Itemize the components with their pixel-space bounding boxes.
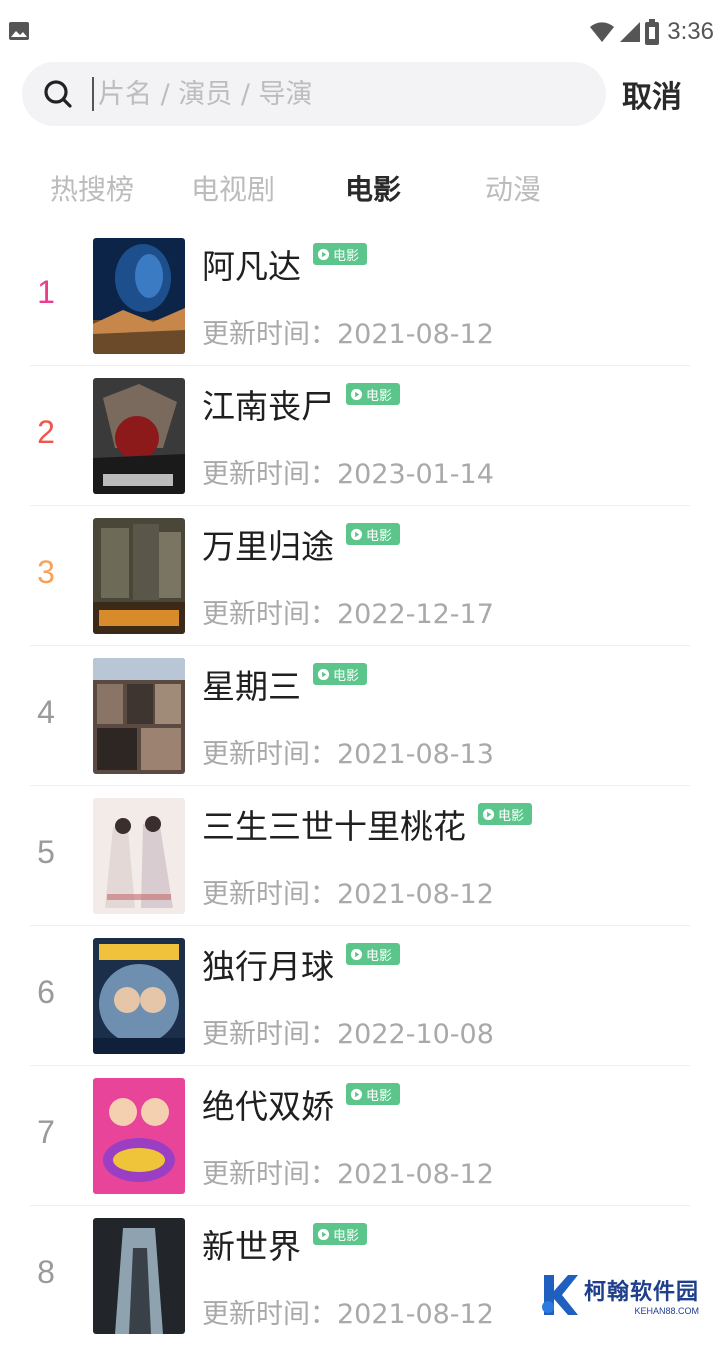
item-title[interactable]: 绝代双娇	[202, 1080, 334, 1128]
list-item[interactable]: 2 江南丧尸 电影 更新时间：2023-01-14	[0, 366, 720, 506]
tab-hot-search[interactable]: 热搜榜	[37, 168, 147, 208]
list-item[interactable]: 6 独行月球 电影 更新时间：2022-10-08	[0, 926, 720, 1066]
item-title-wrap: 新世界 电影	[202, 1220, 368, 1268]
badge-label: 电影	[333, 668, 360, 684]
item-title[interactable]: 三生三世十里桃花	[202, 800, 466, 848]
poster-image[interactable]	[93, 238, 185, 354]
category-tabs: 热搜榜 电视剧 电影 动漫	[0, 160, 720, 220]
badge-label: 电影	[333, 248, 360, 264]
status-icons: 3:36	[589, 18, 714, 46]
list-item[interactable]: 1 阿凡达 电影 更新时间：2021-08-12	[0, 226, 720, 366]
rank-number: 1	[37, 274, 55, 310]
movie-badge: 电影	[346, 383, 401, 405]
play-circle-icon	[317, 248, 330, 260]
item-title-wrap: 阿凡达 电影	[202, 240, 368, 288]
rank-number: 2	[37, 414, 55, 450]
poster-image[interactable]	[93, 518, 185, 634]
rank-number: 7	[37, 1114, 55, 1150]
watermark: 柯翰软件园 KEHAN88.COM	[540, 1268, 720, 1321]
watermark-text: 柯翰软件园 KEHAN88.COM	[584, 1274, 699, 1316]
status-bar: 3:36	[0, 0, 720, 62]
rank-number: 3	[37, 554, 55, 590]
play-circle-icon	[482, 808, 495, 820]
movie-badge: 电影	[313, 1223, 368, 1245]
tab-anime[interactable]: 动漫	[458, 168, 568, 208]
status-time: 3:36	[667, 18, 714, 45]
tab-tv-series[interactable]: 电视剧	[178, 168, 288, 208]
item-title-wrap: 三生三世十里桃花 电影	[202, 800, 533, 848]
badge-label: 电影	[366, 1088, 393, 1104]
search-input[interactable]	[98, 71, 578, 117]
item-title-wrap: 星期三 电影	[202, 660, 368, 708]
movie-badge: 电影	[313, 663, 368, 685]
update-time: 更新时间：2022-12-17	[202, 599, 494, 630]
list-item[interactable]: 5 三生三世十里桃花 电影 更新时间：2021-08-12	[0, 786, 720, 926]
watermark-name: 柯翰软件园	[584, 1279, 700, 1305]
badge-label: 电影	[366, 528, 393, 544]
movie-badge: 电影	[478, 803, 533, 825]
item-title-wrap: 江南丧尸 电影	[202, 380, 401, 428]
play-circle-icon	[317, 1228, 330, 1240]
item-title[interactable]: 江南丧尸	[202, 380, 334, 428]
ranking-list: 1 阿凡达 电影 更新时间：2021-08-12 2 江南丧尸 电影 更新时间：…	[0, 226, 720, 1346]
update-time: 更新时间：2023-01-14	[202, 459, 494, 490]
tab-movies[interactable]: 电影	[318, 168, 428, 208]
rank-number: 6	[37, 974, 55, 1010]
poster-image[interactable]	[93, 658, 185, 774]
badge-label: 电影	[366, 948, 393, 964]
list-item[interactable]: 3 万里归途 电影 更新时间：2022-12-17	[0, 506, 720, 646]
play-circle-icon	[350, 528, 363, 540]
movie-badge: 电影	[346, 1083, 401, 1105]
poster-image[interactable]	[93, 1218, 185, 1334]
update-time: 更新时间：2021-08-12	[202, 319, 494, 350]
battery-icon	[645, 19, 660, 45]
update-time: 更新时间：2021-08-13	[202, 739, 494, 770]
poster-image[interactable]	[93, 378, 185, 494]
play-circle-icon	[317, 668, 330, 680]
item-title-wrap: 独行月球 电影	[202, 940, 401, 988]
rank-number: 5	[37, 834, 55, 870]
item-title[interactable]: 阿凡达	[202, 240, 301, 288]
badge-label: 电影	[333, 1228, 360, 1244]
update-time: 更新时间：2021-08-12	[202, 879, 494, 910]
update-time: 更新时间：2022-10-08	[202, 1019, 494, 1050]
poster-image[interactable]	[93, 798, 185, 914]
movie-badge: 电影	[346, 523, 401, 545]
watermark-logo-icon	[542, 1274, 578, 1315]
text-cursor	[92, 77, 94, 111]
update-time: 更新时间：2021-08-12	[202, 1159, 494, 1190]
watermark-domain: KEHAN88.COM	[634, 1305, 700, 1316]
item-title[interactable]: 新世界	[202, 1220, 301, 1268]
list-item[interactable]: 7 绝代双娇 电影 更新时间：2021-08-12	[0, 1066, 720, 1206]
badge-label: 电影	[366, 388, 393, 404]
search-row: 取消	[0, 62, 720, 128]
poster-image[interactable]	[93, 938, 185, 1054]
signal-icon	[620, 22, 641, 42]
image-icon	[9, 22, 29, 40]
rank-number: 8	[37, 1254, 55, 1290]
item-title-wrap: 绝代双娇 电影	[202, 1080, 401, 1128]
play-circle-icon	[350, 388, 363, 400]
update-time: 更新时间：2021-08-12	[202, 1299, 494, 1330]
search-icon	[44, 80, 72, 108]
item-title[interactable]: 独行月球	[202, 940, 334, 988]
badge-label: 电影	[498, 808, 525, 824]
play-circle-icon	[350, 948, 363, 960]
list-item[interactable]: 4 星期三 电影 更新时间：2021-08-13	[0, 646, 720, 786]
wifi-icon	[590, 22, 615, 42]
movie-badge: 电影	[346, 943, 401, 965]
play-circle-icon	[350, 1088, 363, 1100]
search-box[interactable]	[22, 62, 606, 126]
movie-badge: 电影	[313, 243, 368, 265]
poster-image[interactable]	[93, 1078, 185, 1194]
item-title-wrap: 万里归途 电影	[202, 520, 401, 568]
cancel-button[interactable]: 取消	[612, 66, 692, 122]
item-title[interactable]: 万里归途	[202, 520, 334, 568]
item-title[interactable]: 星期三	[202, 660, 301, 708]
rank-number: 4	[37, 694, 55, 730]
